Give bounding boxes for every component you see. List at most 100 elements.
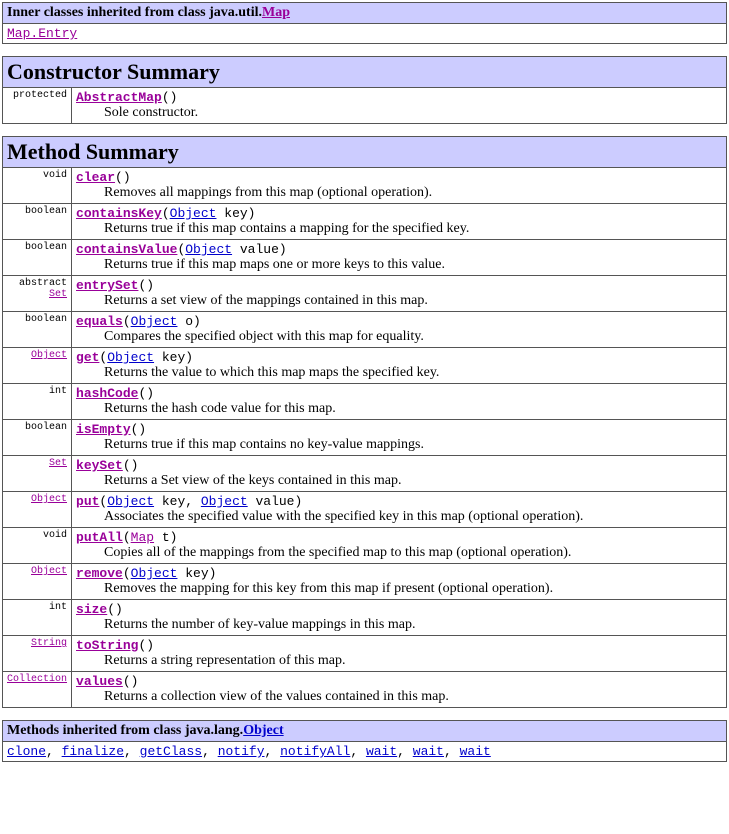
method-sig-cell: toString()Returns a string representatio… xyxy=(72,636,727,672)
method-modifier: boolean xyxy=(3,420,72,456)
method-sig-text: key) xyxy=(177,566,216,581)
method-sig-cell: put(Object key, Object value)Associates … xyxy=(72,492,727,528)
inherited-method-link[interactable]: clone xyxy=(7,744,46,759)
method-name-link[interactable]: containsValue xyxy=(76,242,177,257)
method-modifier-text: int xyxy=(49,602,67,613)
method-name-link[interactable]: keySet xyxy=(76,458,123,473)
method-modifier-text: boolean xyxy=(25,242,67,253)
method-modifier: void xyxy=(3,528,72,564)
method-row: boolean containsKey(Object key)Returns tr… xyxy=(3,204,727,240)
method-modifier: Object xyxy=(3,348,72,384)
constructor-link[interactable]: AbstractMap xyxy=(76,90,162,105)
method-return-type-link[interactable]: Object xyxy=(31,494,67,505)
method-row: intsize()Returns the number of key-value… xyxy=(3,600,727,636)
inherited-list-cell: clone, finalize, getClass, notify, notif… xyxy=(3,742,727,762)
inherited-method-link[interactable]: notify xyxy=(218,744,265,759)
method-modifier: void xyxy=(3,168,72,204)
method-modifier: String xyxy=(3,636,72,672)
method-sig-cell: containsValue(Object value)Returns true … xyxy=(72,240,727,276)
constructor-row: protectedAbstractMap()Sole constructor. xyxy=(3,88,727,124)
method-return-type-link[interactable]: String xyxy=(31,638,67,649)
method-name-link[interactable]: containsKey xyxy=(76,206,162,221)
inherited-method-link[interactable]: notifyAll xyxy=(280,744,350,759)
method-return-type-link[interactable]: Set xyxy=(49,458,67,469)
method-modifier: Object xyxy=(3,492,72,528)
method-modifier: int xyxy=(3,384,72,420)
method-summary-header: Method Summary xyxy=(3,137,727,168)
method-name-link[interactable]: remove xyxy=(76,566,123,581)
constructor-params: () xyxy=(162,90,178,105)
method-sig-text: ( xyxy=(123,566,131,581)
method-sig-cell: isEmpty()Returns true if this map contai… xyxy=(72,420,727,456)
method-desc: Returns true if this map contains no key… xyxy=(104,437,722,453)
method-name-link[interactable]: size xyxy=(76,602,107,617)
method-sig-text: value) xyxy=(248,494,303,509)
map-entry-link[interactable]: Map.Entry xyxy=(7,26,77,41)
inherited-method-link[interactable]: finalize xyxy=(62,744,124,759)
method-row: Objectput(Object key, Object value)Assoc… xyxy=(3,492,727,528)
method-param-type-link[interactable]: Object xyxy=(107,350,154,365)
method-param-type-link[interactable]: Object xyxy=(201,494,248,509)
method-desc: Returns the number of key-value mappings… xyxy=(104,617,722,633)
method-name-link[interactable]: entrySet xyxy=(76,278,138,293)
method-param-type-link[interactable]: Object xyxy=(131,314,178,329)
inner-classes-header-link[interactable]: Map xyxy=(262,5,290,20)
inherited-separator: , xyxy=(265,744,281,759)
method-name-link[interactable]: hashCode xyxy=(76,386,138,401)
method-row: abstract SetentrySet()Returns a set view… xyxy=(3,276,727,312)
method-desc: Copies all of the mappings from the spec… xyxy=(104,545,722,561)
method-modifier: Object xyxy=(3,564,72,600)
inherited-header: Methods inherited from class java.lang.O… xyxy=(3,721,727,742)
method-param-type-link[interactable]: Object xyxy=(131,566,178,581)
method-sig-cell: get(Object key)Returns the value to whic… xyxy=(72,348,727,384)
method-param-type-link[interactable]: Object xyxy=(170,206,217,221)
method-sig-text: o) xyxy=(177,314,200,329)
method-name-link[interactable]: put xyxy=(76,494,99,509)
method-sig-text: () xyxy=(107,602,123,617)
method-param-type-link[interactable]: Object xyxy=(185,242,232,257)
method-desc: Removes the mapping for this key from th… xyxy=(104,581,722,597)
method-modifier: boolean xyxy=(3,204,72,240)
method-return-type-link[interactable]: Collection xyxy=(7,674,67,685)
method-return-type-link[interactable]: Object xyxy=(31,566,67,577)
method-sig-text: ( xyxy=(162,206,170,221)
method-sig-cell: containsKey(Object key)Returns true if t… xyxy=(72,204,727,240)
inherited-method-link[interactable]: wait xyxy=(460,744,491,759)
method-param-type-link[interactable]: Object xyxy=(107,494,154,509)
inner-classes-header: Inner classes inherited from class java.… xyxy=(3,3,727,24)
inner-classes-table: Inner classes inherited from class java.… xyxy=(2,2,727,44)
method-row: Objectget(Object key)Returns the value t… xyxy=(3,348,727,384)
method-sig-cell: entrySet()Returns a set view of the mapp… xyxy=(72,276,727,312)
method-return-type-link[interactable]: Set xyxy=(49,289,67,300)
method-return-type-link[interactable]: Object xyxy=(31,350,67,361)
method-row: SetkeySet()Returns a Set view of the key… xyxy=(3,456,727,492)
method-desc: Returns true if this map maps one or mor… xyxy=(104,257,722,273)
inherited-method-link[interactable]: wait xyxy=(413,744,444,759)
inherited-method-link[interactable]: wait xyxy=(366,744,397,759)
method-sig-text: value) xyxy=(232,242,287,257)
method-name-link[interactable]: values xyxy=(76,674,123,689)
inherited-header-link[interactable]: Object xyxy=(243,723,283,738)
method-param-type-link[interactable]: Map xyxy=(131,530,154,545)
method-row: inthashCode()Returns the hash code value… xyxy=(3,384,727,420)
inherited-separator: , xyxy=(444,744,460,759)
constructor-modifier: protected xyxy=(3,88,72,124)
method-name-link[interactable]: equals xyxy=(76,314,123,329)
method-desc: Returns the value to which this map maps… xyxy=(104,365,722,381)
method-desc: Removes all mappings from this map (opti… xyxy=(104,185,722,201)
inherited-separator: , xyxy=(202,744,218,759)
constructor-summary-table: Constructor Summary protectedAbstractMap… xyxy=(2,56,727,124)
method-modifier-text: boolean xyxy=(25,206,67,217)
inherited-method-link[interactable]: getClass xyxy=(140,744,202,759)
method-sig-text: () xyxy=(138,386,154,401)
method-name-link[interactable]: clear xyxy=(76,170,115,185)
method-row: voidclear()Removes all mappings from thi… xyxy=(3,168,727,204)
method-modifier: Set xyxy=(3,456,72,492)
method-name-link[interactable]: toString xyxy=(76,638,138,653)
method-name-link[interactable]: putAll xyxy=(76,530,123,545)
method-desc: Returns a set view of the mappings conta… xyxy=(104,293,722,309)
method-sig-text: () xyxy=(123,674,139,689)
method-name-link[interactable]: isEmpty xyxy=(76,422,131,437)
method-name-link[interactable]: get xyxy=(76,350,99,365)
method-sig-text: ( xyxy=(123,314,131,329)
